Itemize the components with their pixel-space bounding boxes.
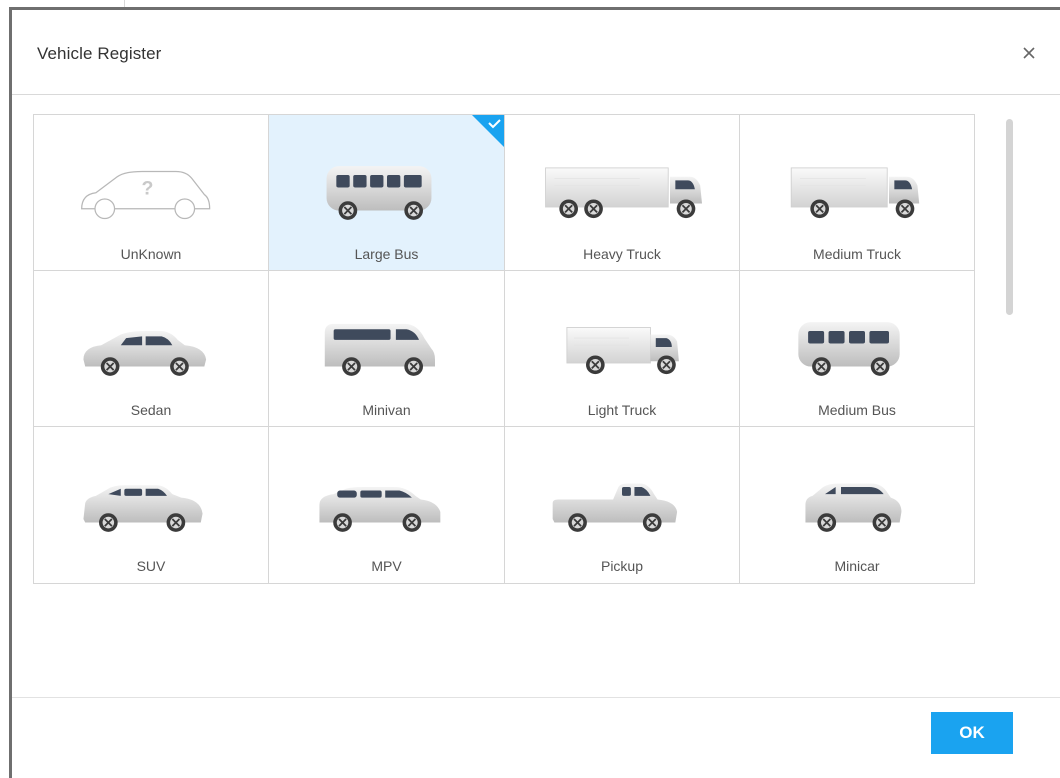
vehicle-option-label: SUV (136, 558, 166, 574)
medium-truck-icon (790, 167, 920, 219)
pickup-icon (552, 483, 678, 532)
svg-text:?: ? (141, 178, 153, 200)
vehicle-option-label: Minivan (362, 402, 411, 418)
scrollbar-thumb[interactable] (1006, 119, 1013, 315)
vehicle-option[interactable]: Large Bus (269, 115, 505, 271)
vehicle-option-label: Medium Truck (813, 246, 901, 262)
vehicle-option[interactable]: ? UnKnown (34, 115, 269, 271)
background-window-edge (0, 0, 9, 778)
heavy-truck-icon (545, 167, 702, 219)
minicar-icon (805, 483, 902, 532)
ok-button[interactable]: OK (931, 712, 1013, 754)
dialog-header: Vehicle Register (12, 10, 1060, 95)
vehicle-option[interactable]: Light Truck (505, 271, 740, 427)
vehicle-option[interactable]: Heavy Truck (505, 115, 740, 271)
vehicle-option[interactable]: Sedan (34, 271, 269, 427)
close-icon (1023, 47, 1035, 59)
dialog-title: Vehicle Register (37, 44, 162, 63)
vehicle-option-label: UnKnown (120, 246, 182, 262)
vehicle-option[interactable]: Medium Truck (740, 115, 974, 271)
vehicle-option[interactable]: Medium Bus (740, 271, 974, 427)
medium-bus-icon (798, 322, 900, 376)
unknown-car-icon: ? (81, 170, 211, 220)
dialog-footer (12, 697, 1060, 772)
vehicle-option[interactable]: Pickup (505, 427, 740, 583)
vehicle-type-grid: ? UnKnown Large Bus Heavy Truck Medium Tr… (33, 114, 975, 584)
selected-check-icon (472, 115, 504, 147)
mpv-icon (318, 487, 440, 532)
sedan-icon (83, 331, 207, 376)
light-truck-icon (566, 327, 679, 375)
close-button[interactable] (1016, 40, 1042, 66)
vehicle-option-label: MPV (371, 558, 402, 574)
large-bus-icon (326, 166, 431, 220)
vehicle-option[interactable]: SUV (34, 427, 269, 583)
vehicle-option-label: Large Bus (354, 246, 419, 262)
vehicle-option[interactable]: MPV (269, 427, 505, 583)
minivan-icon (324, 323, 435, 376)
vehicle-option[interactable]: Minicar (740, 427, 974, 583)
vehicle-option-label: Minicar (834, 558, 880, 574)
vehicle-option-label: Heavy Truck (583, 246, 661, 262)
vehicle-option-label: Light Truck (587, 402, 657, 418)
vehicle-option[interactable]: Minivan (269, 271, 505, 427)
vehicle-option-label: Pickup (600, 558, 644, 574)
vehicle-option-label: Medium Bus (818, 402, 896, 418)
vehicle-option-label: Sedan (130, 402, 172, 418)
suv-icon (83, 485, 203, 532)
